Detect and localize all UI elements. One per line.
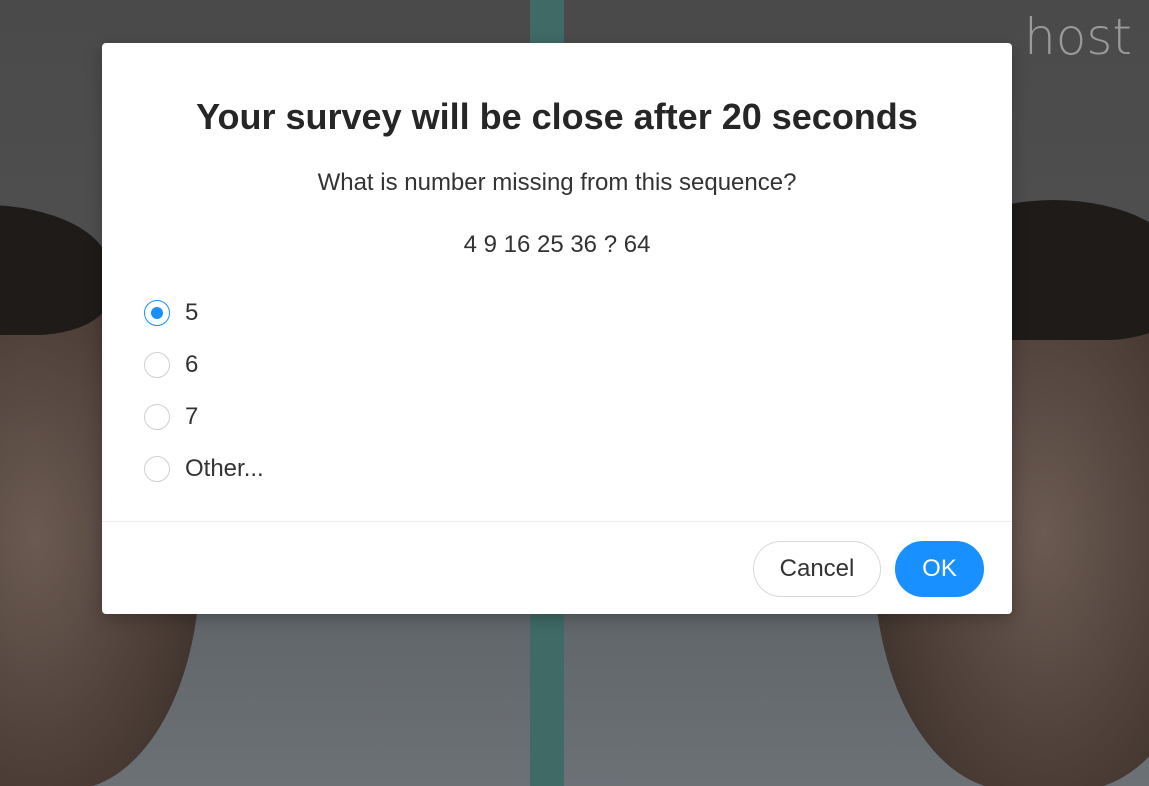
- cancel-button[interactable]: Cancel: [753, 541, 881, 597]
- radio-icon[interactable]: [144, 456, 170, 482]
- modal-title: Your survey will be close after 20 secon…: [196, 96, 918, 137]
- modal-footer-divider: [102, 521, 1012, 522]
- option-label: 5: [185, 299, 199, 326]
- survey-modal: Your survey will be close after 20 secon…: [102, 43, 1012, 614]
- video-call-stage: host Your survey will be close after 20 …: [0, 0, 1149, 786]
- option-label: Other...: [185, 455, 264, 482]
- option-7[interactable]: 7: [144, 391, 264, 443]
- number-sequence: 4 9 16 25 36 ? 64: [463, 231, 651, 258]
- radio-selected-icon[interactable]: [144, 300, 170, 326]
- host-label: host: [1024, 8, 1132, 66]
- survey-question: What is number missing from this sequenc…: [317, 169, 797, 196]
- answer-options: 5 6 7 Other...: [144, 287, 264, 495]
- radio-icon[interactable]: [144, 352, 170, 378]
- option-label: 7: [185, 403, 199, 430]
- participant-hair-left: [0, 205, 110, 335]
- option-other[interactable]: Other...: [144, 443, 264, 495]
- ok-button[interactable]: OK: [895, 541, 984, 597]
- option-6[interactable]: 6: [144, 339, 264, 391]
- option-5[interactable]: 5: [144, 287, 264, 339]
- option-label: 6: [185, 351, 199, 378]
- radio-icon[interactable]: [144, 404, 170, 430]
